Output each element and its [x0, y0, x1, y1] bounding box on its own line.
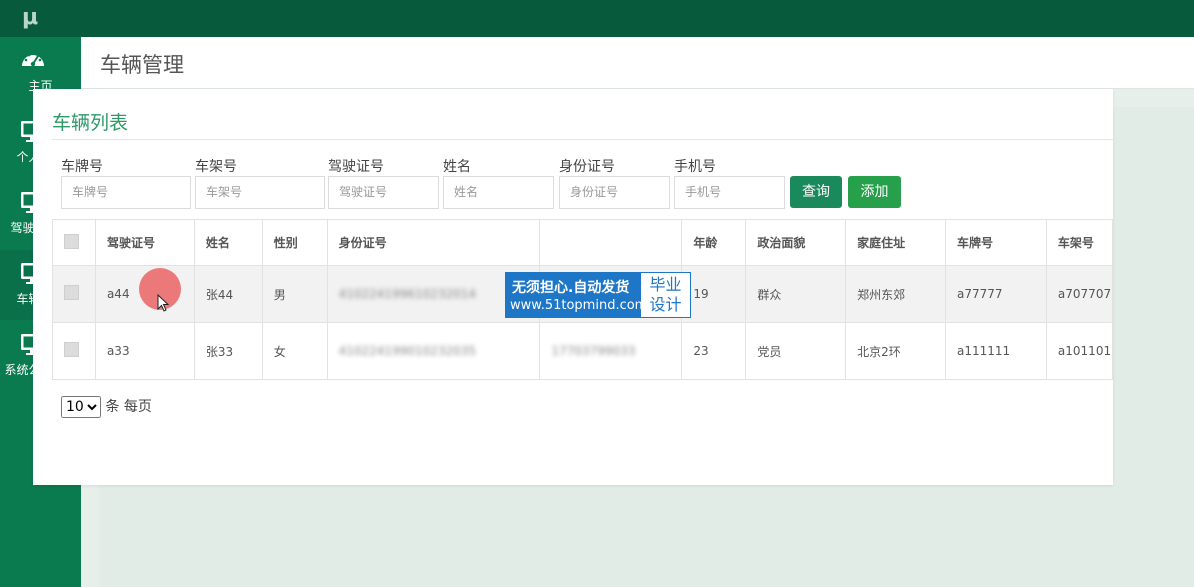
column-header[interactable]: 性别: [261, 219, 328, 266]
column-header[interactable]: 驾驶证号: [94, 219, 195, 266]
top-bar: μ: [0, 0, 1194, 37]
watermark-main: 无须担心.自动发货 www.51topmind.com: [506, 273, 647, 317]
watermark-side: 毕业 设计: [641, 273, 690, 319]
table-row[interactable]: a33 张33 女 410224199010232035 17703799033…: [52, 322, 1114, 380]
page-size-control: 10 条 每页: [61, 396, 152, 418]
row-checkbox[interactable]: [64, 342, 79, 357]
phone-input[interactable]: 手机号: [674, 176, 785, 209]
select-all-cell[interactable]: [52, 219, 96, 266]
divider: [52, 139, 1113, 140]
table-cell: a101101: [1045, 322, 1114, 380]
query-button[interactable]: 查询: [790, 176, 842, 208]
table-cell: 张33: [193, 322, 263, 380]
watermark-line2: www.51topmind.com: [510, 298, 648, 313]
table-header-row: 驾驶证号 姓名 性别 身份证号 年龄 政治面貌 家庭住址 车牌号 车架号: [52, 219, 1114, 266]
dashboard-icon: [22, 51, 44, 67]
filter-label-phone: 手机号: [674, 159, 716, 175]
blurred-idcard: 410224199610232014: [338, 287, 477, 301]
filter-label-name: 姓名: [443, 159, 471, 175]
select-all-checkbox[interactable]: [64, 233, 79, 249]
blurred-phone: 17703799033: [551, 344, 636, 358]
table-cell: 17703799033: [539, 322, 683, 380]
table-cell: 男: [261, 265, 328, 323]
filter-label-frame: 车架号: [195, 159, 237, 175]
table-cell: 北京2环: [845, 322, 946, 380]
column-header[interactable]: 车牌号: [945, 219, 1047, 266]
column-header[interactable]: 家庭住址: [845, 219, 946, 266]
license-input[interactable]: 驾驶证号: [328, 176, 439, 209]
table-cell: 23: [681, 322, 747, 380]
table-cell: 郑州东郊: [845, 265, 946, 323]
page-size-suffix: 条 每页: [105, 399, 152, 415]
table-cell: a111111: [945, 322, 1047, 380]
page-title: 车辆管理: [100, 53, 184, 77]
table-cell: 党员: [745, 322, 847, 380]
table-cell: 19: [681, 265, 747, 323]
page-size-select[interactable]: 10: [61, 396, 101, 418]
blurred-idcard: 410224199010232035: [338, 344, 477, 358]
column-header[interactable]: 政治面貌: [745, 219, 847, 266]
frame-input[interactable]: 车架号: [195, 176, 325, 209]
watermark-badge: 无须担心.自动发货 www.51topmind.com 毕业 设计: [505, 272, 691, 318]
mouse-cursor-icon: [157, 294, 169, 312]
column-header[interactable]: [539, 219, 683, 266]
watermark-side2: 设计: [649, 295, 682, 314]
row-checkbox[interactable]: [64, 285, 79, 300]
table-cell: a33: [94, 322, 195, 380]
filter-label-license: 驾驶证号: [328, 159, 384, 175]
column-header[interactable]: 年龄: [681, 219, 747, 266]
app-logo: μ: [22, 5, 39, 30]
filter-label-idcard: 身份证号: [559, 159, 615, 175]
watermark-side1: 毕业: [649, 275, 682, 294]
idcard-input[interactable]: 身份证号: [559, 176, 670, 209]
table-cell: a77777: [945, 265, 1047, 323]
add-button[interactable]: 添加: [848, 176, 901, 208]
row-select-cell[interactable]: [52, 322, 96, 380]
row-select-cell[interactable]: [52, 265, 96, 323]
filter-label-plate: 车牌号: [61, 159, 103, 175]
column-header[interactable]: 车架号: [1045, 219, 1114, 266]
table-cell: a707707: [1045, 265, 1114, 323]
column-header[interactable]: 姓名: [193, 219, 263, 266]
table-cell: 张44: [193, 265, 263, 323]
card-title: 车辆列表: [52, 112, 129, 134]
table-cell: 群众: [745, 265, 847, 323]
column-header[interactable]: 身份证号: [326, 219, 541, 266]
plate-input[interactable]: 车牌号: [61, 176, 191, 209]
watermark-line1: 无须担心.自动发货: [512, 280, 630, 296]
page-header: 车辆管理: [81, 37, 1194, 89]
table-cell: 女: [261, 322, 328, 380]
name-input[interactable]: 姓名: [443, 176, 554, 209]
table-cell: 410224199010232035: [326, 322, 541, 380]
